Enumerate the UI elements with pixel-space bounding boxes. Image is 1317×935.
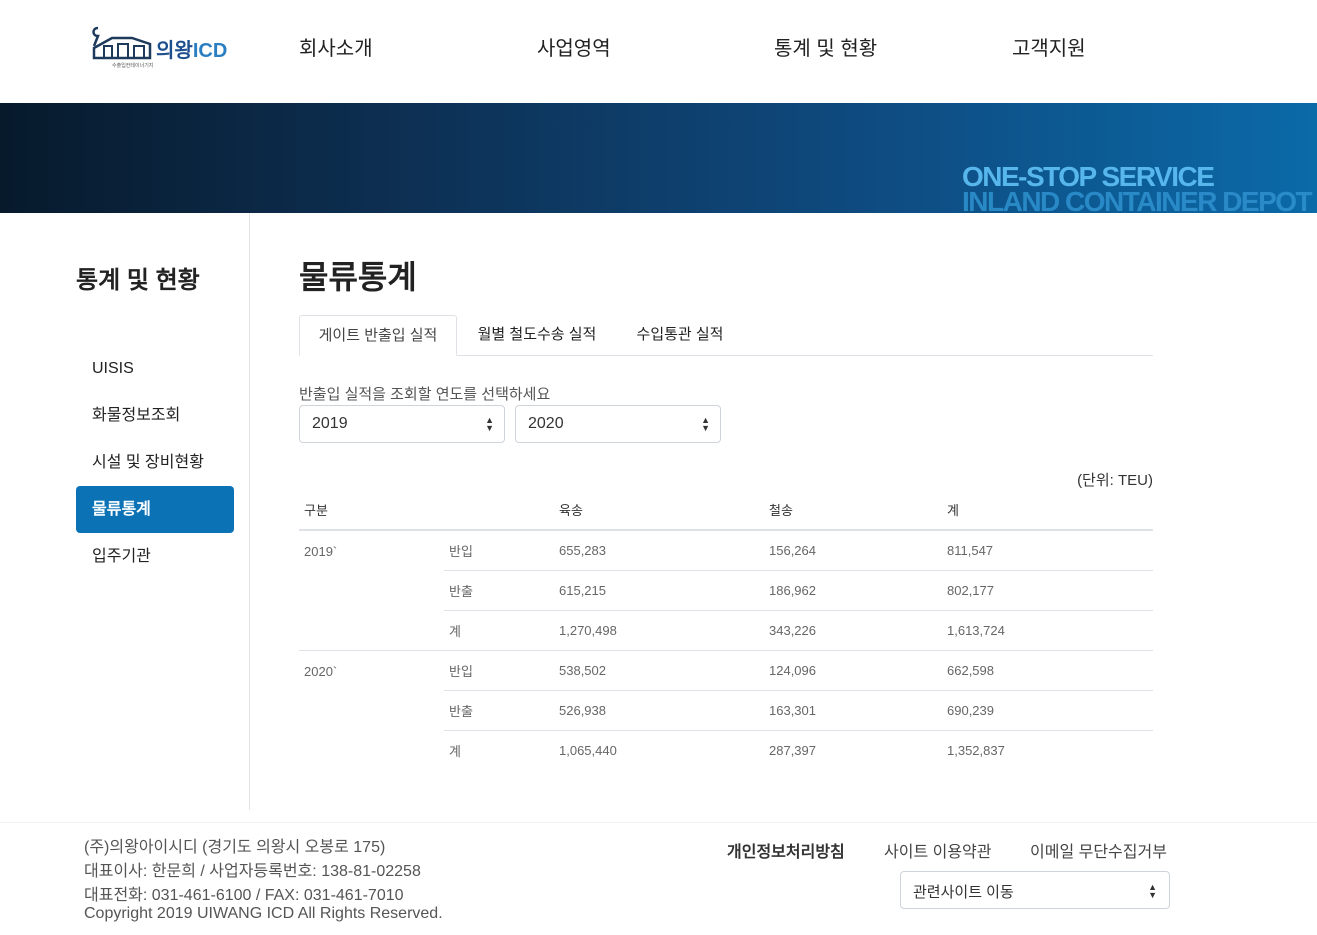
sidebar-title: 통계 및 현황	[76, 267, 200, 294]
select-arrows-icon: ▲ ▼	[701, 415, 710, 433]
table-cell: 반출	[444, 569, 554, 610]
logo-brand: 의왕	[156, 40, 193, 62]
tab-monthly-rail[interactable]: 월별 철도수송 실적	[466, 315, 608, 356]
table-cell: 반출	[444, 689, 554, 730]
footer-ceo: 대표이사: 한문희 / 사업자등록번호: 138-81-02258	[84, 863, 421, 880]
table-cell: 526,938	[554, 689, 764, 730]
table-cell: 계	[444, 609, 554, 650]
table-cell: 343,226	[764, 609, 942, 650]
footer-phone: 대표전화: 031-461-6100 / FAX: 031-461-7010	[84, 887, 404, 904]
table-cell: 538,502	[554, 649, 764, 690]
table-cell: 1,270,498	[554, 609, 764, 650]
footer-privacy-link[interactable]: 개인정보처리방침	[727, 838, 845, 862]
sidebar-item-tenants[interactable]: 입주기관	[76, 533, 234, 580]
sidebar-item-cargo-info[interactable]: 화물정보조회	[76, 392, 234, 439]
table-header: 철송	[764, 490, 942, 531]
table-cell: 690,239	[942, 689, 1153, 730]
table-cell: 662,598	[942, 649, 1153, 690]
related-sites-value: 관련사이트 이동	[913, 884, 1014, 901]
table-cell-year: 2019`	[304, 544, 338, 559]
tab-gate-inout[interactable]: 게이트 반출입 실적	[299, 315, 457, 356]
table-cell: 615,215	[554, 569, 764, 610]
table-cell: 186,962	[764, 569, 942, 610]
table-cell: 163,301	[764, 689, 942, 730]
nav-statistics[interactable]: 통계 및 현황	[774, 32, 877, 61]
year-from-select[interactable]: 2019 ▲ ▼	[299, 405, 505, 443]
logo-text: 의왕ICD	[156, 34, 227, 63]
table-cell: 1,613,724	[942, 609, 1153, 650]
table-cell-year: 2020`	[299, 649, 444, 770]
table-header: 계	[942, 490, 1153, 531]
logo-mark-icon	[92, 26, 152, 60]
table-cell: 802,177	[942, 569, 1153, 610]
table-cell: 1,065,440	[554, 729, 764, 770]
unit-label: (단위: TEU)	[1077, 472, 1153, 489]
table-cell: 156,264	[769, 542, 816, 558]
year-to-select[interactable]: 2020 ▲ ▼	[515, 405, 721, 443]
table-header: 구분	[299, 490, 444, 531]
select-arrows-icon: ▲ ▼	[485, 415, 494, 433]
table-header-row: 구분 육송 철송 계	[299, 490, 1153, 531]
footer-email-policy-link[interactable]: 이메일 무단수집거부	[1030, 838, 1167, 862]
sidebar-item-logistics-stats[interactable]: 물류통계	[76, 486, 234, 533]
table-cell: 287,397	[764, 729, 942, 770]
tab-import-clearance[interactable]: 수입통관 실적	[624, 315, 736, 356]
year-select-label: 반출입 실적을 조회할 연도를 선택하세요	[299, 386, 551, 403]
year-to-value: 2020	[528, 415, 564, 432]
related-sites-select[interactable]: 관련사이트 이동 ▲ ▼	[900, 871, 1170, 909]
footer-copyright: Copyright 2019 UIWANG ICD All Rights Res…	[84, 905, 443, 922]
table-cell: 계	[444, 729, 554, 770]
footer-company: (주)의왕아이시디 (경기도 의왕시 오봉로 175)	[84, 839, 386, 856]
year-from-value: 2019	[312, 415, 348, 432]
nav-company[interactable]: 회사소개	[299, 32, 373, 61]
hero-banner: ONE-STOP SERVICE INLAND CONTAINER DEPOT	[0, 103, 1317, 213]
nav-business[interactable]: 사업영역	[537, 32, 611, 61]
table-row: 2020` 반입 538,502 124,096 662,598	[299, 649, 1153, 770]
table-cell: 811,547	[947, 542, 994, 558]
stats-table: 구분 육송 철송 계 2019` 반입 655,283 156,264 811,…	[299, 490, 1153, 770]
table-cell: 1,352,837	[942, 729, 1153, 770]
site-footer: (주)의왕아이시디 (경기도 의왕시 오봉로 175) 대표이사: 한문희 / …	[0, 822, 1317, 935]
footer-terms-link[interactable]: 사이트 이용약관	[884, 838, 992, 862]
sidebar-divider	[249, 213, 250, 810]
table-row: 2019` 반입 655,283 156,264 811,547	[299, 530, 1153, 570]
sidebar-item-facilities[interactable]: 시설 및 장비현황	[76, 439, 234, 486]
logo-icd: ICD	[192, 40, 228, 62]
banner-subslogan: INLAND CONTAINER DEPOT	[962, 186, 1313, 213]
nav-support[interactable]: 고객지원	[1012, 32, 1086, 61]
table-cell: 반입	[444, 649, 554, 690]
logo-subtitle: 수출입컨테이너기지	[112, 63, 154, 69]
table-cell: 반입	[449, 543, 473, 559]
table-header: 육송	[554, 490, 764, 531]
page-title: 물류통계	[299, 259, 417, 295]
site-header: 의왕ICD 수출입컨테이너기지 회사소개 사업영역 통계 및 현황 고객지원	[0, 0, 1317, 103]
table-cell: 655,283	[559, 542, 606, 558]
sidebar-item-uisis[interactable]: UISIS	[76, 345, 234, 392]
site-logo[interactable]: 의왕ICD 수출입컨테이너기지	[88, 22, 228, 74]
table-cell: 124,096	[764, 649, 942, 690]
table-header	[444, 490, 554, 531]
select-arrows-icon: ▲ ▼	[1148, 882, 1157, 900]
